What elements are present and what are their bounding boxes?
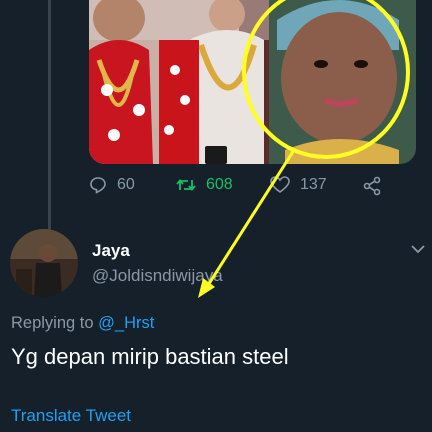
reply-button[interactable]: 60 [89,176,135,194]
like-count: 137 [300,176,327,193]
reply-count: 60 [117,176,135,193]
share-icon [363,176,381,196]
retweet-count: 608 [206,176,233,193]
user-handle[interactable]: @Joldisndiwijaya [92,266,223,286]
retweet-icon [176,179,196,191]
share-button[interactable] [362,176,382,196]
tweet-photo[interactable] [89,0,416,164]
tweet-action-bar: 60 608 137 [89,176,389,202]
heart-icon [270,176,290,193]
display-name[interactable]: Jaya [92,241,130,261]
reply-tweet[interactable]: Jaya @Joldisndiwijaya Replying to @_Hrst… [0,224,432,432]
replying-to-link[interactable]: @_Hrst [98,314,154,332]
tweet-text: Yg depan mirip bastian steel [11,344,289,369]
replying-to-line: Replying to @_Hrst [11,314,154,333]
more-options-button[interactable] [410,242,426,260]
translate-tweet-link[interactable]: Translate Tweet [11,406,131,426]
photo-illustration [89,0,416,164]
thread-connector-line [48,0,51,230]
like-button[interactable]: 137 [270,176,327,194]
replying-to-prefix: Replying to [11,314,94,332]
retweet-button[interactable]: 608 [176,176,233,194]
chevron-down-icon [411,245,425,254]
reply-icon [90,177,106,194]
avatar-photo [10,229,78,297]
avatar[interactable] [10,229,78,297]
